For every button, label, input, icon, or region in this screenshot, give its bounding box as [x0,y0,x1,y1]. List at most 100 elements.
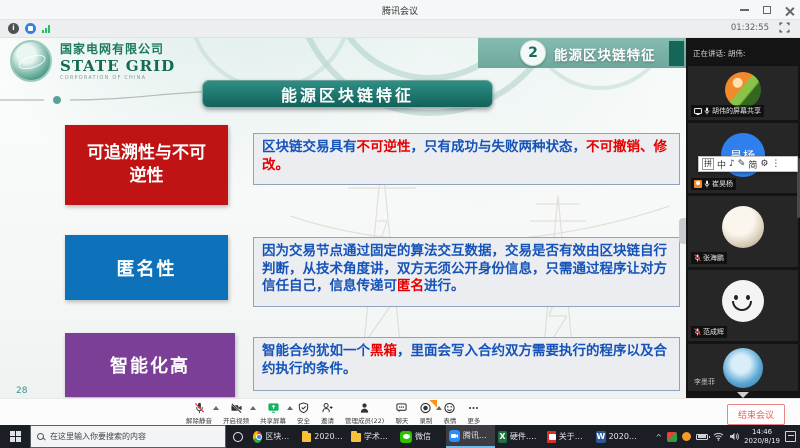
window-titlebar: 腾讯会议 [0,0,800,20]
wifi-icon[interactable] [713,432,724,441]
microphone-muted-icon [694,254,701,262]
mic-options-caret-icon[interactable] [213,406,219,410]
text-segment: 进行。 [424,278,465,294]
tencent-meeting-icon [449,430,460,442]
windows-taskbar: 在这里输入你要搜索的内容 区块链（... 2020081... 学术讲座... … [0,425,800,448]
taskbar-search-input[interactable]: 在这里输入你要搜索的内容 [30,425,226,448]
manage-members-label: 管理成员(22) [345,415,384,425]
feature-text-anonymity: 因为交易节点通过固定的算法交互数据，交易是否有效由区块链自行判断，从技术角度讲，… [253,237,680,307]
feature-heading-traceability: 可追溯性与不可逆性 [65,125,228,205]
more-button[interactable]: 更多 [467,400,480,425]
app-label: 微信 [415,431,431,442]
speaker-icon[interactable] [729,432,739,441]
participant-name: 范成辉 [703,327,724,337]
start-button[interactable] [0,425,30,448]
ime-more-icon[interactable]: ⋮ [771,159,780,169]
participants-panel: 正在讲话: 胡伟: 胡伟的屏幕共享 昊杨 崔昊杨 张海鹏 范成辉 [686,38,800,398]
emoji-button[interactable]: 表情 [443,400,456,425]
action-center-icon[interactable] [785,431,796,442]
taskbar-clock[interactable]: 14:46 2020/8/19 [744,428,780,446]
meeting-info-icon[interactable]: i [8,23,19,34]
close-icon[interactable] [785,6,794,15]
taskbar-app-excel[interactable]: X 硬件.xlsx... [495,425,544,448]
slide-title: 能源区块链特征 [202,80,493,108]
panel-collapse-handle[interactable] [679,218,686,244]
security-button[interactable]: 安全 [297,400,310,425]
participant-name-badge: 崔昊杨 [691,178,736,190]
meeting-controlbar: 解除静音 开启视频 共享屏幕 安全 邀请 管理成员(22) 聊天 [0,398,800,425]
record-options-caret-icon[interactable] [436,406,442,410]
speaking-now-label: 正在讲话: 胡伟: [693,48,745,59]
record-button[interactable]: 录制 [419,400,432,425]
tray-app-icon[interactable] [667,432,677,442]
participant-name: 胡伟的屏幕共享 [712,106,761,116]
windows-logo-icon [10,431,21,442]
taskbar-app-chrome[interactable]: 区块链（... [250,425,299,448]
network-signal-icon [42,24,50,33]
taskbar-app-tencent-meeting[interactable]: 腾讯会议 [446,425,495,448]
taskbar-app-folder-2[interactable]: 学术讲座... [348,425,397,448]
logo-company-sub: CORPORATION OF CHINA [60,75,175,81]
clock-time: 14:46 [744,428,780,437]
text-segment: 区块链交易具有 [262,139,357,155]
search-icon [37,433,45,441]
participant-tile[interactable]: 李墨菲 [688,344,798,391]
ime-voice-icon[interactable]: ♪ [729,159,735,169]
ime-settings-gear-icon[interactable]: ⚙ [760,159,768,169]
chat-button[interactable]: 聊天 [395,400,408,425]
feature-text-traceability: 区块链交易具有不可逆性，只有成功与失败两种状态，不可撤销、修改。 [253,133,680,185]
record-label: 录制 [419,415,432,425]
slide-page-number: 28 [16,386,27,396]
host-avatar-chip-icon [694,180,702,188]
microphone-icon [704,107,710,115]
share-screen-button[interactable]: 共享屏幕 [260,400,286,425]
avatar [722,206,764,248]
state-grid-logo: 国家电网有限公司 STATE GRID CORPORATION OF CHINA [10,40,175,82]
participant-tile-screen-share[interactable]: 胡伟的屏幕共享 [688,66,798,120]
slide-corner-banner: 2 能源区块链特征 [478,38,686,68]
minimize-icon[interactable] [740,9,749,11]
recording-indicator-icon[interactable] [25,23,36,34]
cortana-button[interactable] [226,425,250,448]
section-number-badge: 2 [520,40,546,66]
battery-icon[interactable] [696,434,708,440]
text-segment: 智能合约犹如一个 [262,343,370,359]
ime-chinese-mode[interactable]: 中 [717,158,726,171]
cortana-icon [233,432,243,442]
app-label: 硬件.xlsx... [510,431,541,442]
start-video-label: 开启视频 [223,415,249,425]
maximize-icon[interactable] [763,6,771,14]
smiley-icon [443,402,456,414]
ime-toolbar[interactable]: 拼 中 ♪ ✎ 简 ⚙ ⋮ [698,156,798,172]
fullscreen-icon[interactable] [779,22,790,33]
share-options-caret-icon[interactable] [287,406,293,410]
participant-tile[interactable]: 范成辉 [688,270,798,341]
tray-expand-chevron-icon[interactable]: ^ [655,433,662,442]
manage-members-button[interactable]: 管理成员(22) [345,400,384,425]
end-meeting-button[interactable]: 结束会议 [727,404,785,425]
invite-button[interactable]: 邀请 [321,400,334,425]
participant-tile[interactable]: 张海鹏 [688,196,798,267]
taskbar-app-wechat[interactable]: 微信 [397,425,446,448]
ime-pen-icon[interactable]: ✎ [738,159,746,169]
shield-icon [297,402,310,414]
clock-date: 2020/8/19 [744,437,780,446]
app-label: 2020081... [314,432,345,441]
text-segment-highlight: 不可逆性 [357,139,411,155]
participant-name: 李墨菲 [694,377,715,387]
start-video-button[interactable]: 开启视频 [223,400,249,425]
taskbar-app-pdf[interactable]: 关于召开... [544,425,593,448]
taskbar-app-word[interactable]: W 202008... [593,425,642,448]
app-label: 关于召开... [559,431,590,442]
ime-mode-key[interactable]: 拼 [702,158,714,170]
ime-simplified-mode[interactable]: 简 [748,158,757,171]
emoji-label: 表情 [443,415,456,425]
microphone-muted-icon [193,402,206,414]
tray-app-orange-icon[interactable] [682,432,691,441]
taskbar-app-folder-1[interactable]: 2020081... [299,425,348,448]
window-title: 腾讯会议 [0,4,800,17]
participant-name-badge: 范成辉 [691,326,727,338]
logo-company-en: STATE GRID [60,57,175,75]
video-options-caret-icon[interactable] [250,406,256,410]
unmute-button[interactable]: 解除静音 [186,400,212,425]
